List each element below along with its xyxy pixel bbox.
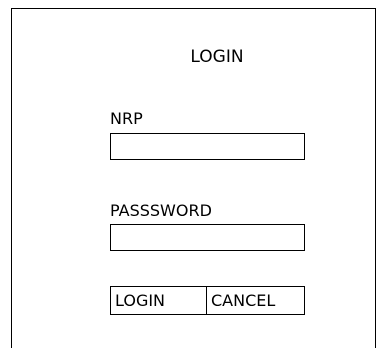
password-input[interactable]: [110, 224, 305, 251]
cancel-button[interactable]: CANCEL: [207, 287, 304, 314]
form-title: LOGIN: [190, 47, 244, 67]
nrp-label: NRP: [110, 109, 143, 128]
login-button[interactable]: LOGIN: [111, 287, 207, 314]
button-row: LOGIN CANCEL: [110, 286, 305, 315]
nrp-input[interactable]: [110, 133, 305, 160]
login-form-frame: LOGIN NRP PASSSWORD LOGIN CANCEL: [11, 8, 376, 348]
password-label: PASSSWORD: [110, 201, 212, 220]
